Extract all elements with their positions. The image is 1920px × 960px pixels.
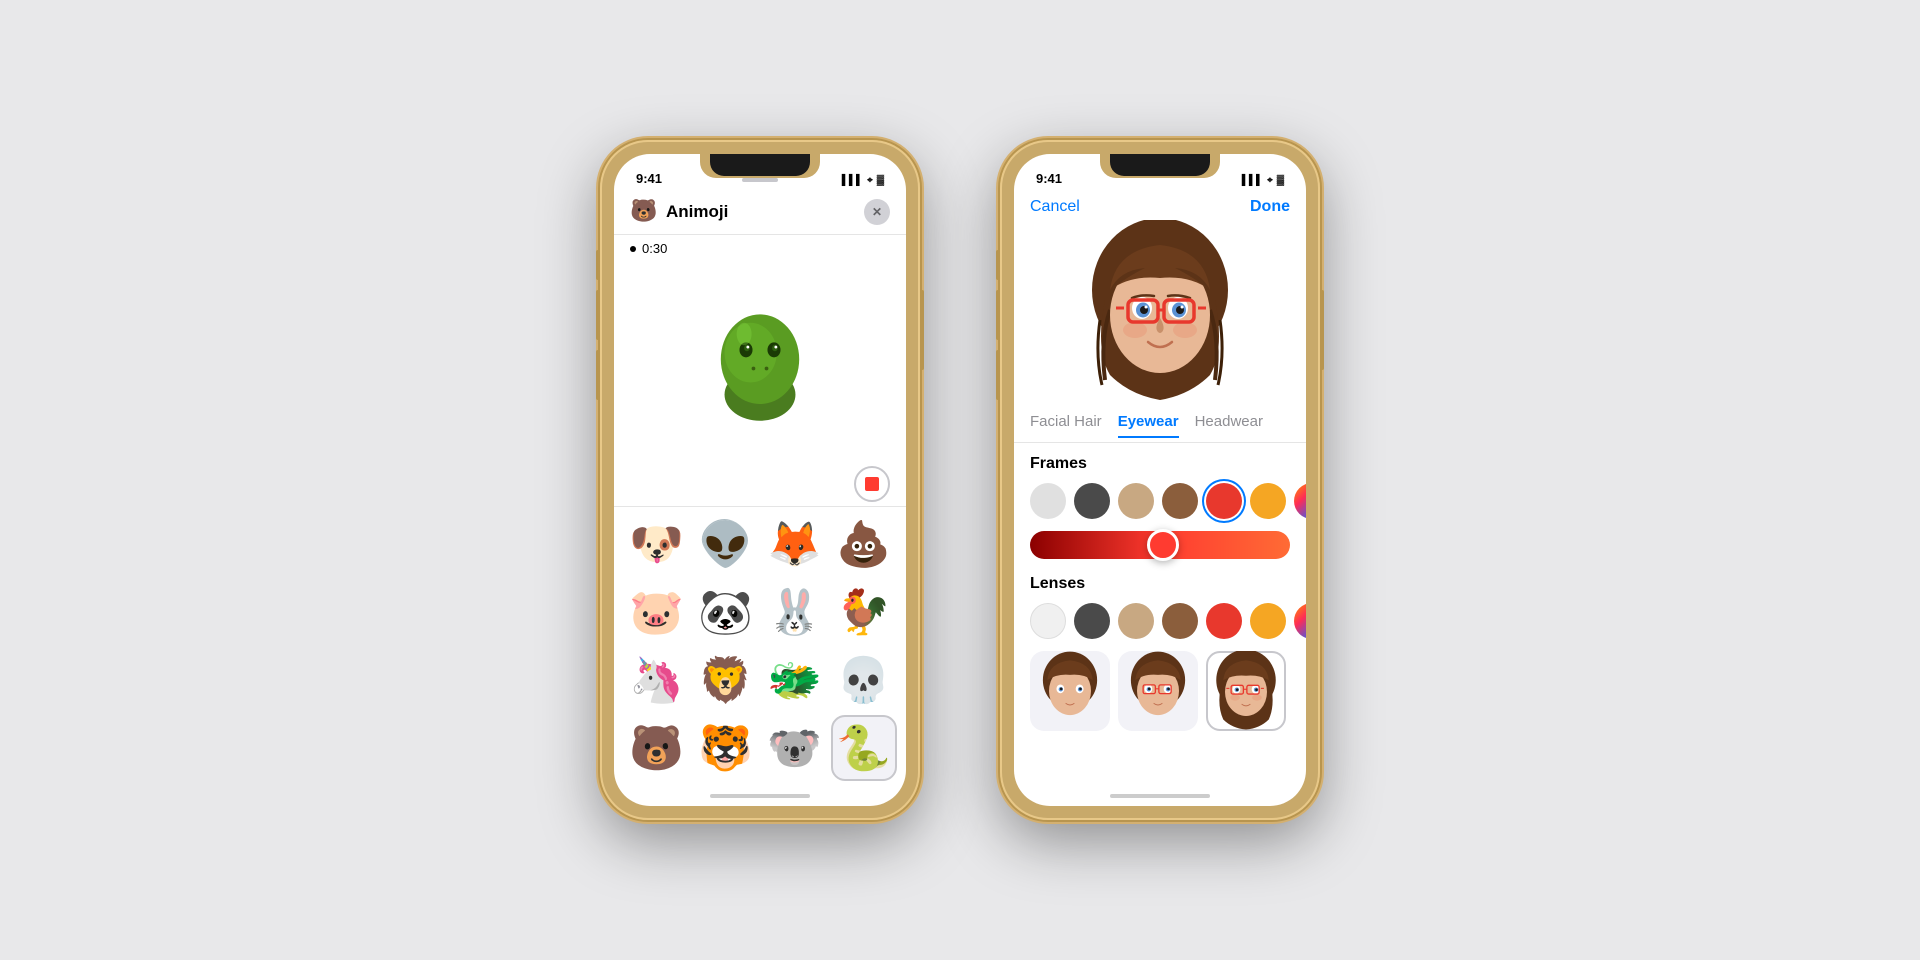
variant-2[interactable] <box>1118 651 1198 731</box>
slider-thumb[interactable] <box>1147 529 1179 561</box>
home-indicator <box>614 786 906 806</box>
volume-up-button-2[interactable] <box>996 290 1000 340</box>
status-icons-2: ▌▌▌ ⌖ ▓ <box>1242 175 1284 186</box>
cancel-button[interactable]: Cancel <box>1030 198 1080 216</box>
tab-facial-hair[interactable]: Facial Hair <box>1030 413 1102 438</box>
signal-icon: ▌▌▌ <box>842 175 863 186</box>
battery-icon: ▓ <box>877 175 884 186</box>
lens-swatch-red[interactable] <box>1206 603 1242 639</box>
stop-icon <box>865 477 879 491</box>
variant-1[interactable] <box>1030 651 1110 731</box>
notch-inner-2 <box>1110 154 1210 176</box>
status-icons-1: ▌▌▌ ⌖ ▓ <box>842 175 884 186</box>
lens-swatch-brown[interactable] <box>1162 603 1198 639</box>
list-item[interactable]: 👽 <box>693 511 759 577</box>
frames-color-row <box>1030 483 1290 519</box>
memoji-nav: Cancel Done <box>1014 190 1306 220</box>
memoji-avatar <box>1080 220 1240 405</box>
list-item[interactable]: 🦄 <box>624 647 690 713</box>
animoji-icon: 🐻 <box>630 198 658 226</box>
mute-button-2[interactable] <box>996 250 1000 280</box>
color-swatch-brown[interactable] <box>1162 483 1198 519</box>
list-item[interactable]: 🐯 <box>693 715 759 781</box>
color-more-button[interactable] <box>1294 483 1306 519</box>
emoji-row-2: 🐷 🐼 🐰 🐓 <box>622 579 898 645</box>
lens-color-more-button[interactable] <box>1294 603 1306 639</box>
frames-label: Frames <box>1030 455 1290 473</box>
signal-icon-2: ▌▌▌ <box>1242 175 1263 186</box>
record-button-area <box>614 462 906 506</box>
home-bar <box>710 794 810 798</box>
wifi-icon: ⌖ <box>867 175 873 186</box>
emoji-row-3: 🦄 🦁 🐲 💀 <box>622 647 898 713</box>
power-button-2[interactable] <box>1320 290 1324 370</box>
snake-animoji <box>695 292 825 432</box>
phone-1: 9:41 ▌▌▌ ⌖ ▓ 🐻 Animoji ✕ 0:30 <box>600 140 920 820</box>
timer-display: 0:30 <box>614 235 906 262</box>
home-bar-2 <box>1110 794 1210 798</box>
variant-3[interactable] <box>1206 651 1286 731</box>
list-item[interactable]: 🦊 <box>762 511 828 577</box>
list-item[interactable]: 🐍 <box>831 715 897 781</box>
list-item[interactable]: 🦁 <box>693 647 759 713</box>
volume-up-button[interactable] <box>596 290 600 340</box>
animoji-grid: 🐶 👽 🦊 💩 🐷 🐼 🐰 🐓 🦄 🦁 🐲 💀 🐻 🐯 🐨 <box>614 506 906 786</box>
phone-1-screen: 9:41 ▌▌▌ ⌖ ▓ 🐻 Animoji ✕ 0:30 <box>614 154 906 806</box>
volume-down-button-2[interactable] <box>996 350 1000 400</box>
list-item[interactable]: 💩 <box>831 511 897 577</box>
record-button[interactable] <box>854 466 890 502</box>
color-swatch-orange[interactable] <box>1250 483 1286 519</box>
animoji-header: 🐻 Animoji ✕ <box>614 190 906 235</box>
list-item[interactable]: 🐲 <box>762 647 828 713</box>
editor-content: Frames Lenses <box>1014 443 1306 786</box>
animoji-preview <box>614 262 906 462</box>
notch-inner <box>710 154 810 176</box>
lenses-color-row <box>1030 603 1290 639</box>
lens-swatch-dark[interactable] <box>1074 603 1110 639</box>
color-swatch-red[interactable] <box>1206 483 1242 519</box>
list-item[interactable]: 🐻 <box>624 715 690 781</box>
phone-2-screen: 9:41 ▌▌▌ ⌖ ▓ Cancel Done <box>1014 154 1306 806</box>
color-swatch-tan[interactable] <box>1118 483 1154 519</box>
list-item[interactable]: 🐼 <box>693 579 759 645</box>
timer-text: 0:30 <box>642 241 667 256</box>
wifi-icon-2: ⌖ <box>1267 175 1273 186</box>
animoji-title: Animoji <box>666 202 864 222</box>
status-time-2: 9:41 <box>1036 171 1062 186</box>
emoji-row-4: 🐻 🐯 🐨 🐍 <box>622 715 898 781</box>
color-slider[interactable] <box>1030 531 1290 559</box>
battery-icon-2: ▓ <box>1277 175 1284 186</box>
done-button[interactable]: Done <box>1250 198 1290 216</box>
list-item[interactable]: 🐶 <box>624 511 690 577</box>
tab-headwear[interactable]: Headwear <box>1195 413 1263 438</box>
notch-2 <box>1100 154 1220 178</box>
close-button[interactable]: ✕ <box>864 199 890 225</box>
status-time-1: 9:41 <box>636 171 662 186</box>
tab-eyewear[interactable]: Eyewear <box>1118 413 1179 438</box>
list-item[interactable]: 🐷 <box>624 579 690 645</box>
list-item[interactable]: 🐰 <box>762 579 828 645</box>
list-item[interactable]: 🐨 <box>762 715 828 781</box>
timer-dot <box>630 246 636 252</box>
lenses-label: Lenses <box>1030 575 1290 593</box>
memoji-preview <box>1014 220 1306 405</box>
color-swatch-white[interactable] <box>1030 483 1066 519</box>
emoji-row-1: 🐶 👽 🦊 💩 <box>622 511 898 577</box>
list-item[interactable]: 💀 <box>831 647 897 713</box>
power-button[interactable] <box>920 290 924 370</box>
notch <box>700 154 820 178</box>
memoji-variants <box>1030 651 1290 731</box>
lens-swatch-orange[interactable] <box>1250 603 1286 639</box>
volume-down-button[interactable] <box>596 350 600 400</box>
lens-swatch-clear[interactable] <box>1030 603 1066 639</box>
mute-button[interactable] <box>596 250 600 280</box>
home-indicator-2 <box>1014 786 1306 806</box>
category-tabs: Facial Hair Eyewear Headwear <box>1014 405 1306 443</box>
color-swatch-dark[interactable] <box>1074 483 1110 519</box>
list-item[interactable]: 🐓 <box>831 579 897 645</box>
lens-swatch-tan[interactable] <box>1118 603 1154 639</box>
phone-2: 9:41 ▌▌▌ ⌖ ▓ Cancel Done <box>1000 140 1320 820</box>
